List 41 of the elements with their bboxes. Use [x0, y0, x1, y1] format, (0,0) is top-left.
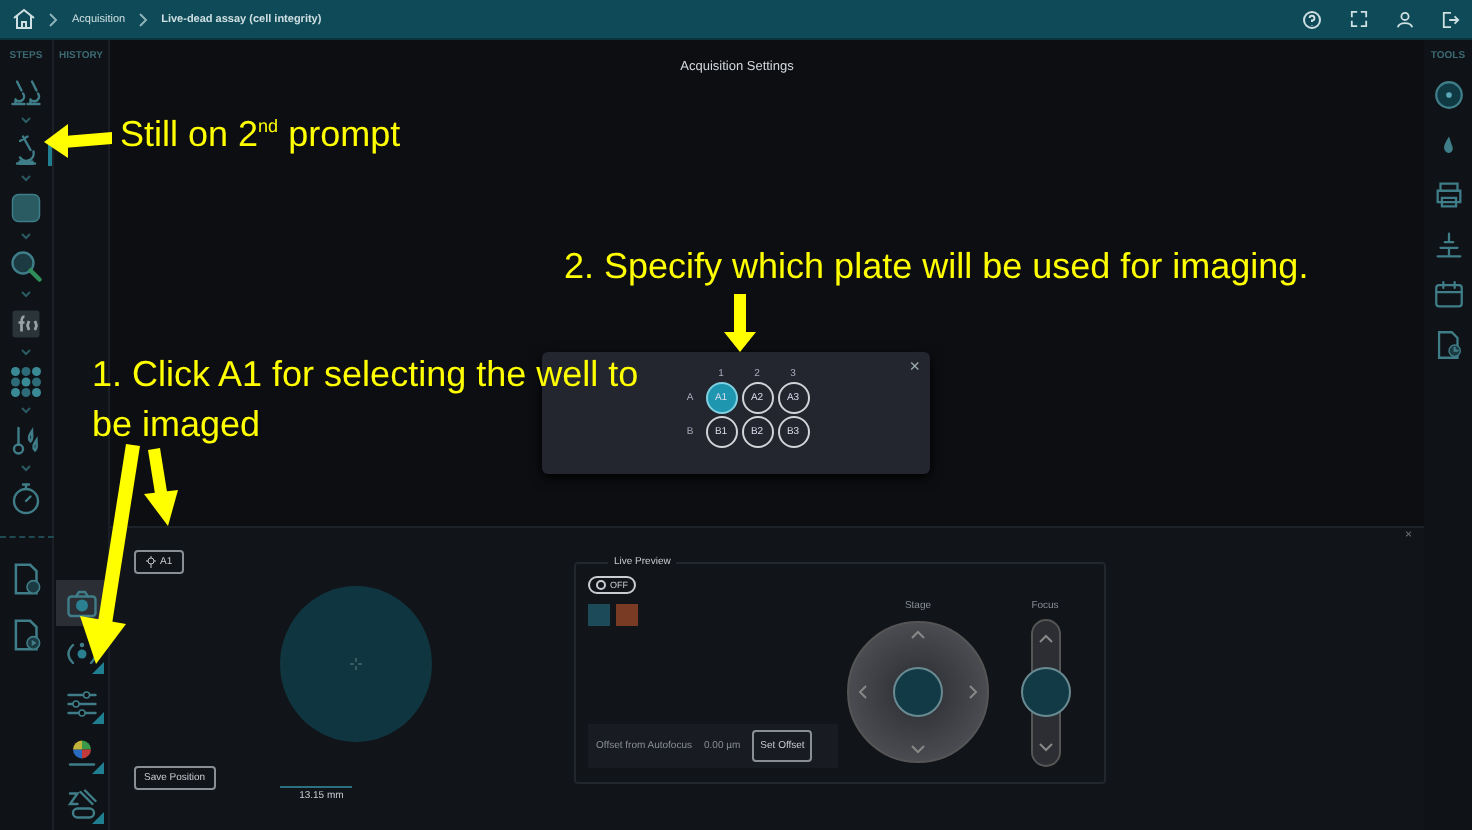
sliders-icon[interactable] — [63, 685, 99, 721]
annotation-arrow — [44, 124, 112, 158]
home-icon[interactable] — [12, 8, 36, 30]
stopwatch-icon[interactable] — [8, 479, 44, 515]
well-plate-icon[interactable] — [8, 363, 44, 399]
annotation-text: 2. Specify which plate will be used for imaging. — [564, 244, 1311, 290]
chevron-icon — [20, 230, 32, 242]
calendar-icon[interactable] — [1431, 278, 1465, 312]
chip-icon[interactable] — [8, 189, 44, 225]
chevron-icon — [20, 462, 32, 474]
annotation-arrow — [724, 294, 756, 352]
close-button[interactable]: × — [909, 356, 920, 376]
annotation-text: 1. Click A1 for selecting the well to be imaged — [92, 352, 641, 448]
camera-icon[interactable] — [63, 585, 99, 621]
focus-control[interactable] — [1019, 618, 1071, 768]
printer-icon[interactable] — [1431, 178, 1465, 212]
chevron-icon — [20, 346, 32, 358]
z-stack-icon[interactable] — [63, 785, 99, 821]
user-icon[interactable] — [1396, 9, 1414, 29]
chevron-icon — [20, 114, 32, 126]
channel-swatch[interactable] — [616, 604, 638, 626]
fullscreen-icon[interactable] — [1350, 10, 1368, 28]
magnifier-icon[interactable] — [8, 247, 44, 283]
disc-icon[interactable] — [1431, 78, 1465, 112]
annotation-arrow — [144, 448, 178, 526]
annotation-text: Still on 2$^{nd}$ prompt — [120, 112, 403, 158]
chevron-icon — [20, 172, 32, 184]
stage-icon[interactable] — [1431, 228, 1465, 262]
chevron-icon — [20, 404, 32, 416]
target-icon — [146, 556, 156, 568]
logout-icon[interactable] — [1442, 9, 1460, 29]
stage-joystick[interactable] — [846, 618, 990, 766]
help-icon[interactable] — [1302, 9, 1322, 29]
chevron-icon — [20, 288, 32, 300]
crosshair-icon — [349, 658, 361, 670]
function-icon[interactable] — [8, 305, 44, 341]
chevron-icon — [48, 11, 60, 27]
channel-swatch[interactable] — [588, 604, 610, 626]
chevron-icon — [137, 11, 150, 27]
thermometer-icon[interactable] — [8, 421, 44, 457]
color-wheel-icon[interactable] — [63, 735, 99, 771]
